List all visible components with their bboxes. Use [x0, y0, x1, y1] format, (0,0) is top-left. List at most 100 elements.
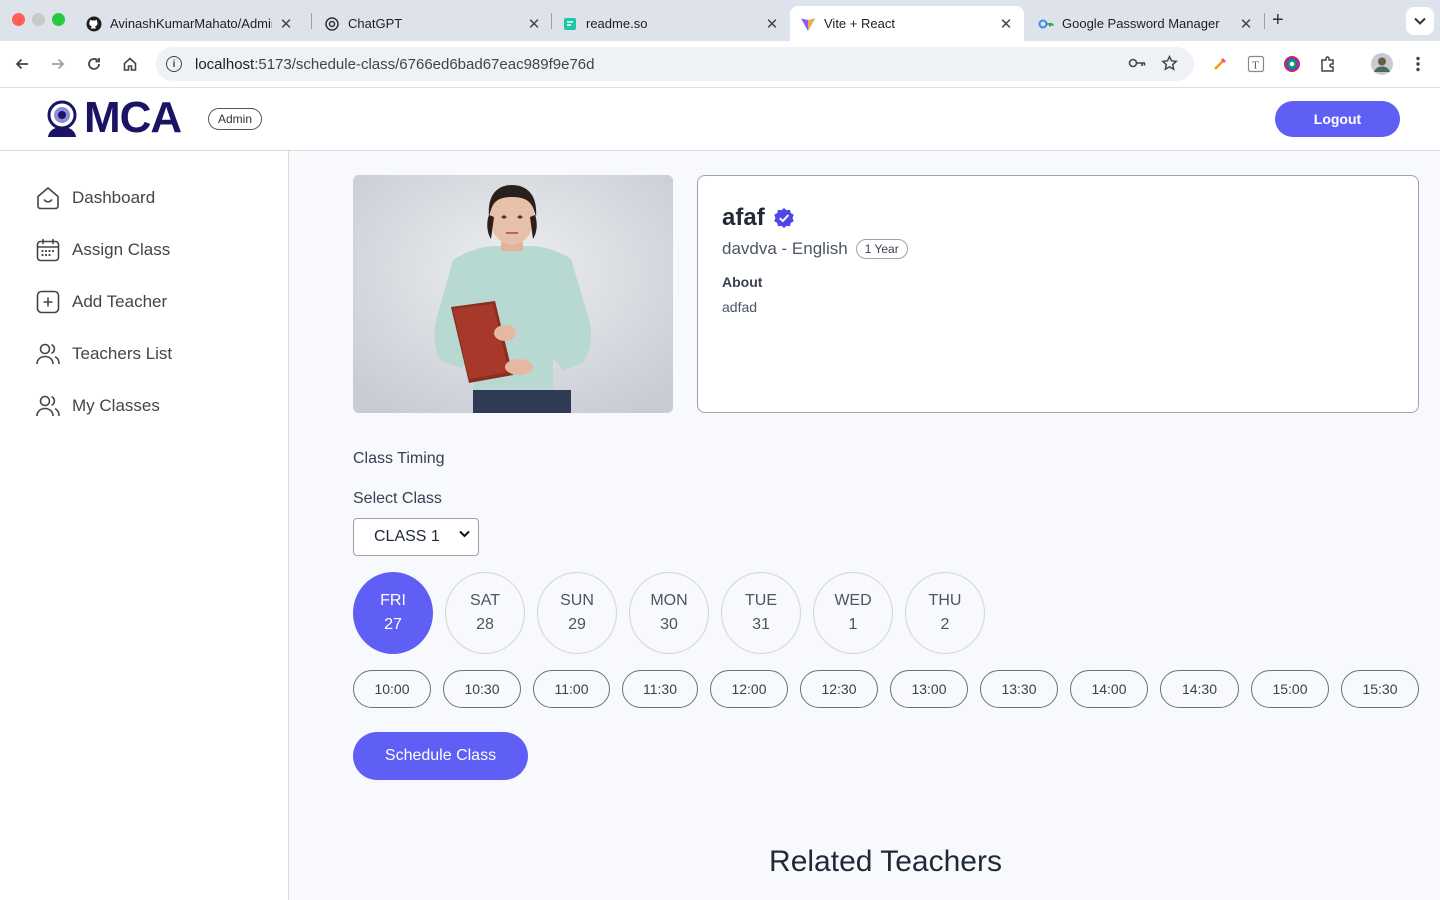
home-icon[interactable] — [119, 53, 141, 75]
sidebar-item-teachers-list[interactable]: Teachers List — [35, 340, 172, 368]
day-option[interactable]: SAT 28 — [445, 572, 525, 654]
close-icon[interactable]: ✕ — [998, 15, 1014, 33]
sidebar: Dashboard Assign Class Add Teacher Teach… — [0, 151, 289, 900]
home-icon — [37, 186, 59, 210]
url-host: localhost — [195, 55, 255, 73]
teacher-info-card: afaf davdva - English 1 Year About adfad — [697, 175, 1419, 413]
tab-separator — [311, 13, 312, 29]
time-slot[interactable]: 10:00 — [353, 670, 431, 708]
forward-arrow-icon[interactable] — [47, 53, 69, 75]
tab-password-manager[interactable]: Google Password Manager ✕ — [1028, 6, 1264, 41]
color-picker-extension-icon[interactable] — [1209, 53, 1231, 75]
day-date: 1 — [848, 616, 858, 633]
time-slot[interactable]: 12:00 — [710, 670, 788, 708]
extensions-puzzle-icon[interactable] — [1317, 53, 1339, 75]
address-bar[interactable]: i localhost:5173/schedule-class/6766ed6b… — [156, 47, 1194, 81]
tab-title: ChatGPT — [348, 16, 403, 31]
day-date: 27 — [384, 616, 402, 633]
tab-readme[interactable]: readme.so ✕ — [552, 6, 790, 41]
chevron-down-icon — [459, 530, 470, 538]
readme-icon — [562, 16, 578, 32]
tab-title: Google Password Manager — [1062, 16, 1220, 31]
day-name: THU — [928, 592, 962, 609]
day-option[interactable]: SUN 29 — [537, 572, 617, 654]
logout-button[interactable]: Logout — [1275, 101, 1400, 137]
class-timing-label: Class Timing — [353, 450, 445, 467]
day-option[interactable]: WED 1 — [813, 572, 893, 654]
teacher-photo — [353, 175, 673, 413]
day-option[interactable]: THU 2 — [905, 572, 985, 654]
calendar-icon — [36, 239, 60, 262]
day-name: SAT — [470, 592, 500, 609]
time-slot[interactable]: 11:00 — [533, 670, 610, 708]
sidebar-item-label: My Classes — [72, 396, 160, 415]
tab-vite-react[interactable]: Vite + React ✕ — [790, 6, 1024, 41]
svg-text:T: T — [1252, 60, 1259, 72]
sidebar-item-assign-class[interactable]: Assign Class — [35, 236, 170, 264]
bookmark-star-icon[interactable] — [1161, 54, 1178, 77]
color-wheel-extension-icon[interactable] — [1281, 53, 1303, 75]
day-name: SUN — [560, 592, 594, 609]
day-name: MON — [650, 592, 688, 609]
site-info-icon[interactable]: i — [166, 56, 182, 72]
window-close-button[interactable] — [12, 13, 25, 26]
day-date: 2 — [940, 616, 950, 633]
github-icon — [86, 16, 102, 32]
key-icon[interactable] — [1128, 55, 1146, 76]
url-text: localhost:5173/schedule-class/6766ed6bad… — [195, 56, 595, 73]
window-zoom-button[interactable] — [52, 13, 65, 26]
close-icon[interactable]: ✕ — [278, 15, 294, 33]
sidebar-item-dashboard[interactable]: Dashboard — [35, 184, 155, 212]
day-name: TUE — [745, 592, 777, 609]
day-date: 29 — [568, 616, 586, 633]
people-icon — [36, 343, 60, 365]
day-option[interactable]: FRI 27 — [353, 572, 433, 654]
browser-menu-icon[interactable] — [1407, 53, 1429, 75]
day-option[interactable]: TUE 31 — [721, 572, 801, 654]
teacher-name: afaf — [722, 204, 765, 231]
text-extension-icon[interactable]: T — [1245, 53, 1267, 75]
window-minimize-button[interactable] — [32, 13, 45, 26]
new-tab-button[interactable]: + — [1272, 9, 1284, 32]
url-path: :5173/schedule-class/6766ed6bad67eac989f… — [254, 55, 595, 73]
tab-title: AvinashKumarMahato/Admin- — [110, 16, 272, 31]
tab-search-chevron-icon[interactable] — [1406, 7, 1434, 35]
tab-chatgpt[interactable]: ChatGPT ✕ — [314, 6, 552, 41]
schedule-class-button[interactable]: Schedule Class — [353, 732, 528, 780]
people-icon — [36, 395, 60, 417]
day-date: 31 — [752, 616, 770, 633]
chatgpt-icon — [324, 16, 340, 32]
time-slot[interactable]: 14:00 — [1070, 670, 1148, 708]
reload-icon[interactable] — [83, 53, 105, 75]
class-select-value: CLASS 1 — [374, 528, 440, 545]
profile-avatar[interactable] — [1371, 53, 1393, 75]
experience-badge: 1 Year — [855, 239, 908, 259]
sidebar-item-label: Add Teacher — [72, 292, 168, 311]
day-date: 30 — [660, 616, 678, 633]
time-slot[interactable]: 15:00 — [1251, 670, 1329, 708]
tab-separator — [1264, 13, 1265, 29]
close-icon[interactable]: ✕ — [1238, 15, 1254, 33]
time-slot[interactable]: 13:30 — [980, 670, 1058, 708]
close-icon[interactable]: ✕ — [764, 15, 780, 33]
day-option[interactable]: MON 30 — [629, 572, 709, 654]
mca-logo[interactable]: MCA — [40, 93, 182, 142]
related-teachers-heading: Related Teachers — [769, 845, 1002, 878]
astronaut-logo-icon — [47, 100, 77, 137]
time-slot[interactable]: 10:30 — [443, 670, 521, 708]
sidebar-item-my-classes[interactable]: My Classes — [35, 392, 160, 420]
time-slot[interactable]: 11:30 — [622, 670, 698, 708]
time-slot[interactable]: 12:30 — [800, 670, 878, 708]
sidebar-item-add-teacher[interactable]: Add Teacher — [35, 288, 167, 316]
about-text: adfad — [722, 299, 758, 315]
logo-text: MCA — [84, 93, 182, 142]
close-icon[interactable]: ✕ — [526, 15, 542, 33]
time-slot[interactable]: 13:00 — [890, 670, 968, 708]
sidebar-item-label: Dashboard — [72, 188, 156, 207]
class-select[interactable]: CLASS 1 — [353, 518, 479, 556]
back-arrow-icon[interactable] — [11, 53, 33, 75]
tab-github[interactable]: AvinashKumarMahato/Admin- ✕ — [76, 6, 304, 41]
teacher-subtitle-row: davdva - English 1 Year — [722, 239, 908, 259]
time-slot[interactable]: 15:30 — [1341, 670, 1419, 708]
time-slot[interactable]: 14:30 — [1160, 670, 1239, 708]
